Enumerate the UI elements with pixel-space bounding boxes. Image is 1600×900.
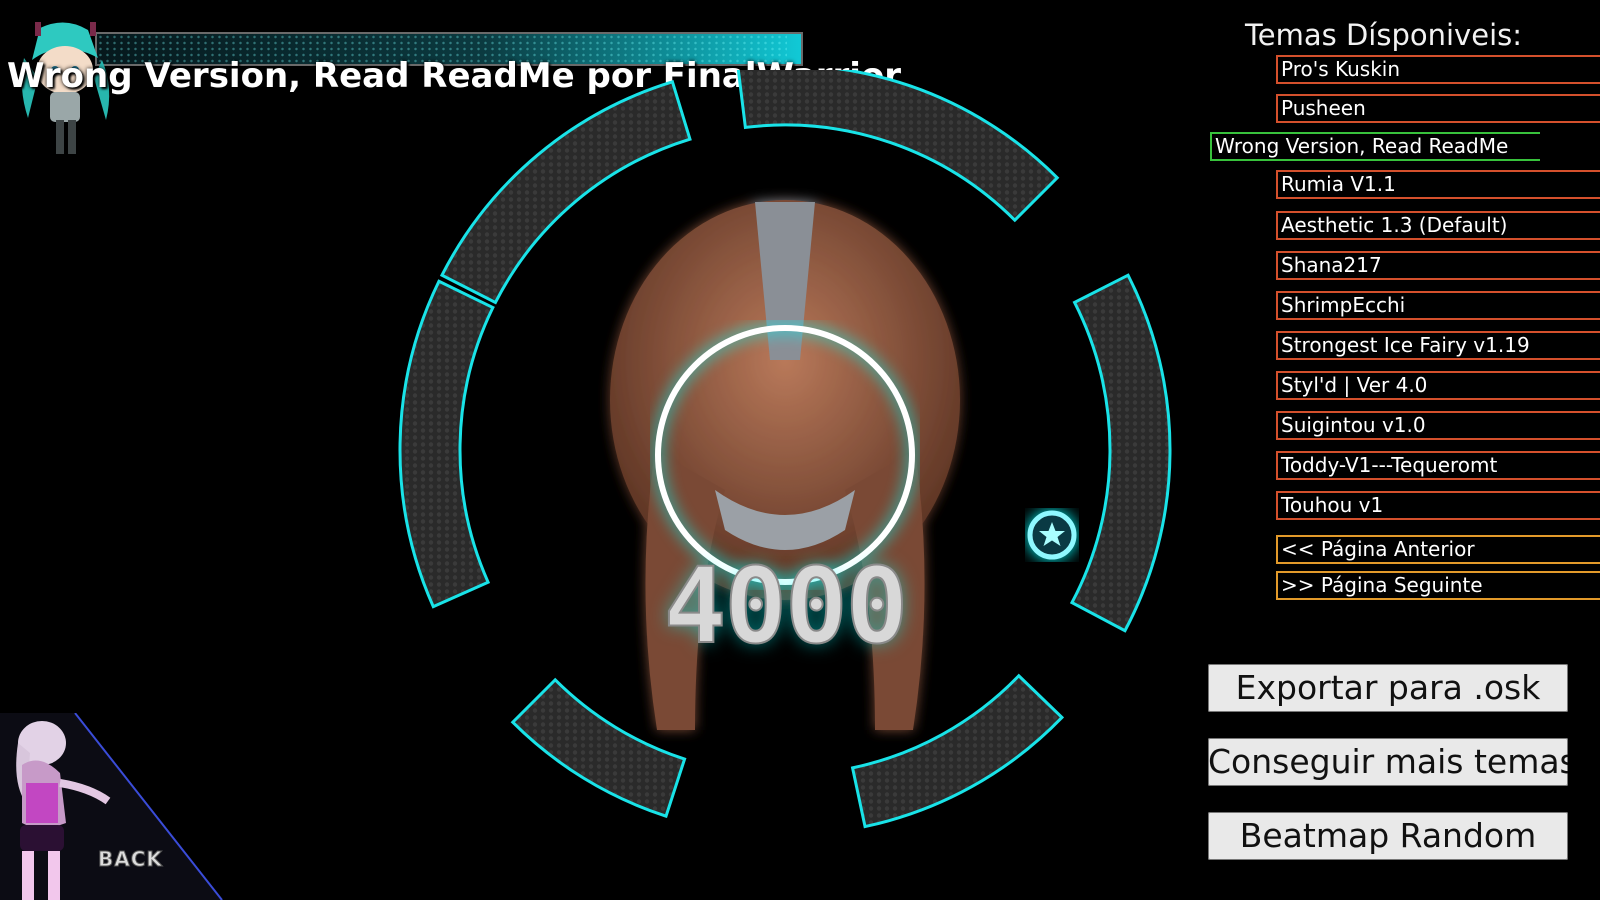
hp-ring-segment — [736, 70, 1060, 223]
back-label: BACK — [98, 847, 163, 872]
theme-item[interactable]: Shana217 — [1276, 251, 1600, 280]
theme-item[interactable]: Pro's Kuskin — [1276, 55, 1600, 84]
hp-ring-segment — [1069, 273, 1172, 633]
themes-heading: Temas Dísponiveis: — [1245, 18, 1523, 52]
theme-item[interactable]: Rumia V1.1 — [1276, 170, 1600, 199]
score-display: 4000 — [663, 544, 909, 668]
theme-item[interactable]: Strongest Ice Fairy v1.19 — [1276, 331, 1600, 360]
theme-item[interactable]: Aesthetic 1.3 (Default) — [1276, 211, 1600, 240]
theme-item[interactable]: Pusheen — [1276, 94, 1600, 123]
theme-item[interactable]: Styl'd | Ver 4.0 — [1276, 371, 1600, 400]
theme-item[interactable]: Toddy-V1---Tequeromt — [1276, 451, 1600, 480]
theme-item-selected[interactable]: Wrong Version, Read ReadMe — [1210, 132, 1540, 161]
star-cursor-icon — [1027, 510, 1077, 560]
theme-item[interactable]: Suigintou v1.0 — [1276, 411, 1600, 440]
export-osk-button[interactable]: Exportar para .osk — [1208, 664, 1568, 712]
random-beatmap-button[interactable]: Beatmap Random — [1208, 812, 1568, 860]
prev-page-button[interactable]: << Página Anterior — [1276, 535, 1600, 564]
theme-item[interactable]: ShrimpEcchi — [1276, 291, 1600, 320]
get-more-themes-button[interactable]: Conseguir mais temas — [1208, 738, 1568, 786]
hp-ring-segment — [398, 279, 495, 609]
theme-item[interactable]: Touhou v1 — [1276, 491, 1600, 520]
next-page-button[interactable]: >> Página Seguinte — [1276, 571, 1600, 600]
back-button[interactable] — [0, 713, 225, 900]
